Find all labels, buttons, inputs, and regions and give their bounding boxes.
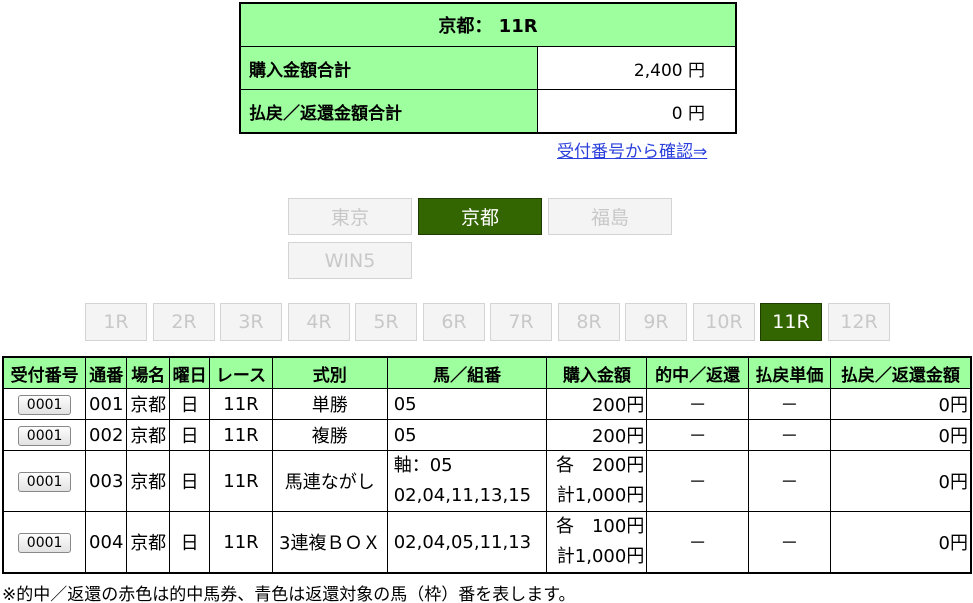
header-payout-amount: 払戻／返還金額: [829, 356, 972, 389]
footnote: ※的中／返還の赤色は的中馬券、青色は返還対象の馬（枠）番を表します。: [2, 585, 576, 603]
payout-cell: 0円: [829, 388, 972, 420]
venue-button-tokyo[interactable]: 東京: [288, 198, 412, 235]
hit-cell: －: [646, 388, 750, 420]
horses-cell: 02,04,05,11,13: [386, 511, 548, 574]
race-button-4r[interactable]: 4R: [288, 303, 350, 341]
header-hit-refund: 的中／返還: [646, 356, 750, 389]
race-cell: 11R: [209, 450, 273, 512]
purchase-total-value: 2,400 円: [537, 46, 737, 90]
venue-button-win5[interactable]: WIN5: [288, 242, 412, 279]
race-button-7r[interactable]: 7R: [490, 303, 552, 341]
partner-horses: 02,04,11,13,15: [393, 485, 532, 506]
amount-cell: 200円: [546, 388, 648, 420]
race-button-8r[interactable]: 8R: [558, 303, 620, 341]
receipt-button[interactable]: 0001: [17, 395, 72, 415]
horses-cell: 05: [386, 419, 548, 451]
venue-button-kyoto[interactable]: 京都: [418, 198, 542, 235]
payout-cell: 0円: [829, 450, 972, 512]
header-amount: 購入金額: [546, 356, 648, 389]
payout-unit-cell: －: [748, 511, 831, 574]
table-row: 0001 001 京都 日 11R 単勝 05 200円 － － 0円: [2, 388, 972, 420]
purchase-total-label: 購入金額合計: [239, 46, 538, 90]
serial-cell: 002: [85, 419, 128, 451]
horses-cell: 05: [386, 388, 548, 420]
table-row: 0001 003 京都 日 11R 馬連ながし 軸：05 02,04,11,13…: [2, 450, 972, 512]
amount-each: 各 100円: [555, 516, 645, 537]
serial-cell: 001: [85, 388, 128, 420]
bet-type-cell: 馬連ながし: [271, 450, 388, 512]
serial-cell: 004: [85, 511, 128, 574]
summary-table: 京都： 11R 購入金額合計 2,400 円 払戻／返還金額合計 0 円: [239, 2, 737, 134]
amount-cell: 200円: [546, 419, 648, 451]
header-race: レース: [209, 356, 273, 389]
receipt-button[interactable]: 0001: [17, 472, 72, 492]
header-bet-type: 式別: [271, 356, 388, 389]
race-button-11r[interactable]: 11R: [760, 303, 822, 341]
race-cell: 11R: [209, 419, 273, 451]
race-button-5r[interactable]: 5R: [355, 303, 417, 341]
race-button-2r[interactable]: 2R: [153, 303, 215, 341]
table-row: 0001 004 京都 日 11R 3連複ＢＯＸ 02,04,05,11,13 …: [2, 511, 972, 574]
receipt-button[interactable]: 0001: [17, 426, 72, 446]
header-horses: 馬／組番: [386, 356, 548, 389]
venue-cell: 京都: [126, 450, 171, 512]
payout-unit-cell: －: [748, 450, 831, 512]
payout-cell: 0円: [829, 511, 972, 574]
payout-cell: 0円: [829, 419, 972, 451]
hit-cell: －: [646, 450, 750, 512]
amount-total: 計1,000円: [556, 485, 645, 506]
venue-cell: 京都: [126, 419, 171, 451]
race-button-10r[interactable]: 10R: [693, 303, 755, 341]
race-button-1r[interactable]: 1R: [85, 303, 147, 341]
day-cell: 日: [169, 450, 211, 512]
race-button-9r[interactable]: 9R: [625, 303, 687, 341]
page: 京都： 11R 購入金額合計 2,400 円 払戻／返還金額合計 0 円 受付番…: [0, 0, 973, 603]
table-row: 0001 002 京都 日 11R 複勝 05 200円 － － 0円: [2, 419, 972, 451]
venue-button-fukushima[interactable]: 福島: [548, 198, 672, 235]
bet-type-cell: 複勝: [271, 419, 388, 451]
race-button-6r[interactable]: 6R: [423, 303, 485, 341]
venue-cell: 京都: [126, 511, 171, 574]
hit-cell: －: [646, 419, 750, 451]
confirm-by-receipt-link[interactable]: 受付番号から確認⇒: [557, 137, 707, 162]
serial-cell: 003: [85, 450, 128, 512]
header-receipt-no: 受付番号: [2, 356, 87, 389]
table-header-row: 受付番号 通番 場名 曜日 レース 式別 馬／組番 購入金額 的中／返還 払戻単…: [2, 356, 972, 389]
amount-cell: 各 100円 計1,000円: [546, 511, 648, 574]
payout-total-value: 0 円: [537, 89, 737, 134]
summary-title: 京都： 11R: [239, 2, 737, 47]
bets-table: 受付番号 通番 場名 曜日 レース 式別 馬／組番 購入金額 的中／返還 払戻単…: [2, 356, 972, 574]
amount-each: 各 200円: [555, 455, 645, 476]
race-button-3r[interactable]: 3R: [220, 303, 282, 341]
amount-total: 計1,000円: [556, 546, 645, 567]
race-cell: 11R: [209, 388, 273, 420]
header-serial: 通番: [85, 356, 128, 389]
header-day: 曜日: [169, 356, 211, 389]
header-payout-unit: 払戻単価: [748, 356, 831, 389]
bet-type-cell: 3連複ＢＯＸ: [271, 511, 388, 574]
day-cell: 日: [169, 419, 211, 451]
horses-cell: 軸：05 02,04,11,13,15: [386, 450, 548, 512]
amount-cell: 各 200円 計1,000円: [546, 450, 648, 512]
payout-unit-cell: －: [748, 419, 831, 451]
receipt-button[interactable]: 0001: [17, 533, 72, 553]
hit-cell: －: [646, 511, 750, 574]
day-cell: 日: [169, 511, 211, 574]
race-button-12r[interactable]: 12R: [828, 303, 890, 341]
bet-type-cell: 単勝: [271, 388, 388, 420]
axis-horse: 軸：05: [393, 455, 453, 476]
day-cell: 日: [169, 388, 211, 420]
header-venue: 場名: [126, 356, 171, 389]
race-cell: 11R: [209, 511, 273, 574]
payout-unit-cell: －: [748, 388, 831, 420]
venue-cell: 京都: [126, 388, 171, 420]
payout-total-label: 払戻／返還金額合計: [239, 89, 538, 134]
